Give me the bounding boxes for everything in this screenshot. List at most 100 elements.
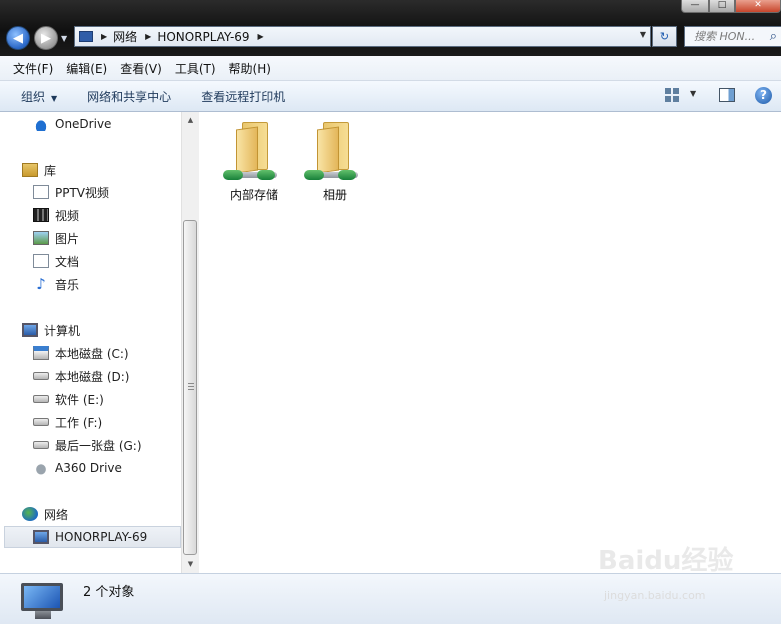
sidebar-item-drive-f[interactable]: 工作 (F:): [33, 412, 102, 432]
sidebar-item-label: PPTV视频: [55, 185, 110, 200]
sidebar-item-label: 软件 (E:): [55, 392, 104, 407]
recent-pages-dropdown[interactable]: ▼: [61, 34, 67, 43]
menu-tools[interactable]: 工具(T): [175, 60, 216, 77]
computer-icon: [22, 323, 38, 337]
sidebar-item-documents[interactable]: 文档: [33, 251, 79, 271]
shared-folder-internal-storage[interactable]: 内部存储: [214, 112, 294, 203]
system-drive-icon: [33, 346, 49, 360]
sidebar-item-label: 图片: [55, 231, 80, 246]
library-icon: [22, 163, 38, 177]
sidebar-item-pictures[interactable]: 图片: [33, 228, 79, 248]
help-icon[interactable]: ?: [755, 87, 772, 104]
sidebar-item-label: 音乐: [55, 277, 80, 292]
grip-icon: [188, 383, 194, 392]
title-bar: — □ ✕ ◀ ▶ ▼ ▶ 网络 ▶ HONORPLAY-69 ▶ ▼ ↻ 搜索…: [0, 0, 781, 56]
chevron-right-icon[interactable]: ▶: [101, 32, 107, 41]
file-list-area[interactable]: 内部存储 相册: [199, 112, 781, 573]
refresh-button[interactable]: ↻: [652, 26, 677, 47]
sidebar-item-drive-d[interactable]: 本地磁盘 (D:): [33, 366, 129, 386]
picture-icon: [33, 231, 49, 245]
sidebar-item-pptv[interactable]: PPTV视频: [33, 182, 109, 202]
arrow-left-icon: ◀: [13, 30, 23, 46]
maximize-button[interactable]: □: [709, 0, 735, 13]
sidebar-item-music[interactable]: ♪ 音乐: [33, 274, 79, 294]
cloud-icon: [33, 117, 49, 131]
drive-icon: [33, 441, 49, 449]
sidebar-item-label: 网络: [44, 507, 69, 522]
sidebar-item-label: A360 Drive: [55, 461, 122, 475]
sidebar-item-label: 本地磁盘 (D:): [55, 369, 130, 384]
watermark-logo: Baidu经验: [598, 546, 734, 576]
sidebar-item-label: 计算机: [44, 323, 81, 338]
scrollbar-thumb[interactable]: [183, 220, 197, 555]
forward-button[interactable]: ▶: [34, 26, 58, 50]
chevron-down-icon: ▼: [51, 93, 58, 103]
search-placeholder: 搜索 HON...: [694, 30, 756, 43]
music-note-icon: ♪: [36, 275, 46, 293]
navigation-scrollbar[interactable]: ▲ ▼: [181, 112, 199, 573]
close-button[interactable]: ✕: [735, 0, 781, 13]
sidebar-item-label: 文档: [55, 254, 80, 269]
organize-label: 组织: [21, 89, 46, 104]
sidebar-item-label: OneDrive: [55, 117, 112, 131]
sidebar-item-label: 本地磁盘 (C:): [55, 346, 129, 361]
sidebar-item-a360[interactable]: A360 Drive: [33, 458, 122, 478]
network-location-icon: [79, 31, 93, 42]
computer-icon: [21, 583, 65, 621]
network-globe-icon: [22, 507, 38, 521]
chevron-right-icon[interactable]: ▶: [258, 32, 264, 41]
watermark-url: jingyan.baidu.com: [604, 589, 706, 602]
breadcrumb-device[interactable]: HONORPLAY-69: [157, 30, 249, 44]
back-button[interactable]: ◀: [6, 26, 30, 50]
sidebar-item-network[interactable]: 网络: [22, 504, 68, 524]
sidebar-item-onedrive[interactable]: OneDrive: [33, 114, 111, 134]
shared-folder-icon: [317, 122, 353, 174]
sidebar-item-drive-g[interactable]: 最后一张盘 (G:): [33, 435, 142, 455]
network-center-button[interactable]: 网络和共享中心: [87, 88, 171, 105]
folder-label: 内部存储: [229, 188, 278, 202]
sidebar-item-label: 工作 (F:): [55, 415, 103, 430]
drive-icon: [33, 418, 49, 426]
search-icon[interactable]: ⌕: [770, 27, 777, 46]
command-bar: 组织 ▼ 网络和共享中心 查看远程打印机: [0, 81, 781, 112]
shared-folder-album[interactable]: 相册: [295, 112, 375, 203]
sidebar-item-honorplay[interactable]: HONORPLAY-69: [4, 526, 181, 548]
drive-icon: [33, 372, 49, 380]
network-pipe-icon: [304, 168, 366, 182]
menu-edit[interactable]: 编辑(E): [66, 60, 107, 77]
address-bar[interactable]: ▶ 网络 ▶ HONORPLAY-69 ▶ ▼: [74, 26, 651, 47]
sidebar-item-drive-e[interactable]: 软件 (E:): [33, 389, 104, 409]
scroll-up-icon[interactable]: ▲: [182, 112, 199, 129]
breadcrumb-network[interactable]: 网络: [113, 28, 137, 45]
shared-folder-icon: [236, 122, 272, 174]
sidebar-item-label: 库: [44, 163, 57, 178]
film-icon: [33, 208, 49, 222]
cloud-drive-icon: [33, 461, 49, 475]
address-history-dropdown[interactable]: ▼: [640, 30, 646, 39]
folder-label: 相册: [322, 188, 347, 202]
menu-view[interactable]: 查看(V): [120, 60, 162, 77]
menu-help[interactable]: 帮助(H): [229, 60, 271, 77]
scroll-down-icon[interactable]: ▼: [182, 556, 199, 573]
sidebar-item-videos[interactable]: 视频: [33, 205, 79, 225]
remote-printer-button[interactable]: 查看远程打印机: [201, 88, 285, 105]
view-options-icon[interactable]: [665, 88, 679, 102]
chevron-right-icon[interactable]: ▶: [145, 32, 151, 41]
menu-bar: 文件(F) 编辑(E) 查看(V) 工具(T) 帮助(H): [0, 56, 781, 81]
item-count: 2 个对象: [83, 585, 135, 600]
computer-icon: [33, 530, 49, 544]
chevron-down-icon[interactable]: ▼: [690, 89, 696, 98]
minimize-button[interactable]: —: [681, 0, 709, 13]
search-input[interactable]: 搜索 HON... ⌕: [684, 26, 781, 47]
navigation-pane: OneDrive 库 PPTV视频 视频 图片 文档 ♪ 音乐 计算机 本地磁盘 …: [0, 112, 181, 573]
drive-icon: [33, 395, 49, 403]
sidebar-item-drive-c[interactable]: 本地磁盘 (C:): [33, 343, 129, 363]
organize-button[interactable]: 组织 ▼: [21, 88, 57, 105]
arrow-right-icon: ▶: [41, 30, 51, 46]
document-icon: [33, 254, 49, 268]
sidebar-item-label: HONORPLAY-69: [55, 530, 148, 544]
preview-pane-icon[interactable]: [719, 88, 735, 102]
menu-file[interactable]: 文件(F): [13, 60, 53, 77]
sidebar-item-computer[interactable]: 计算机: [22, 320, 80, 340]
sidebar-item-library[interactable]: 库: [22, 160, 56, 180]
